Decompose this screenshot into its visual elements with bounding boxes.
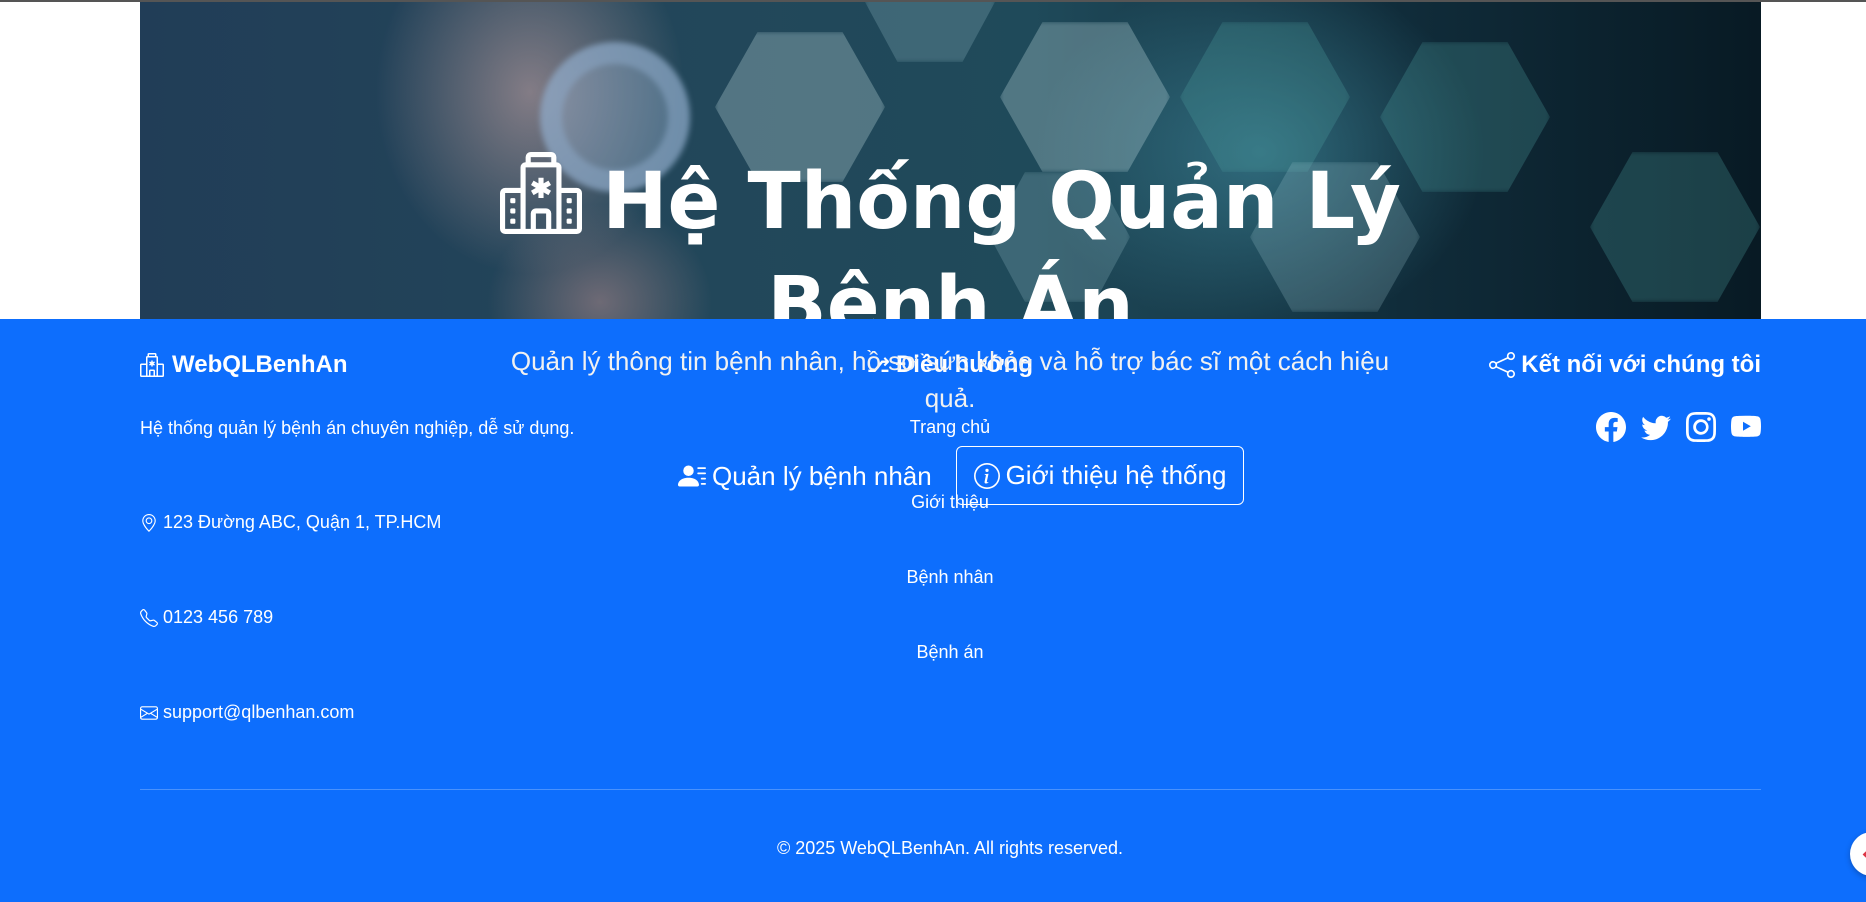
hero-title-line2: Bệnh Án xyxy=(767,261,1134,320)
phone-icon xyxy=(140,608,158,627)
hero-title: Hệ Thống Quản Lý Bệnh Án xyxy=(140,152,1761,320)
footer-divider xyxy=(140,789,1761,790)
hospital-icon xyxy=(500,152,583,257)
person-lines-icon xyxy=(678,465,706,487)
footer-address: 123 Đường ABC, Quận 1, TP.HCM xyxy=(140,512,441,533)
geo-pin-icon xyxy=(142,513,156,532)
hero-subtitle: Quản lý thông tin bệnh nhân, hồ sơ sức k… xyxy=(510,346,1390,413)
footer-email[interactable]: support@qlbenhan.com xyxy=(140,702,354,723)
system-intro-button[interactable]: Giới thiệu hệ thống xyxy=(956,446,1244,505)
info-circle-icon xyxy=(973,462,1000,489)
copyright: © 2025 WebQLBenhAn. All rights reserved. xyxy=(776,838,1124,858)
hero-banner: Hệ Thống Quản Lý Bệnh Án xyxy=(140,2,1761,320)
footer-phone: 0123 456 789 xyxy=(140,607,273,628)
envelope-icon xyxy=(140,705,158,720)
footer-nav-patients[interactable]: Bệnh nhân xyxy=(0,567,1866,588)
footer-nav-home[interactable]: Trang chủ xyxy=(0,417,1866,438)
manage-patients-button[interactable]: Quản lý bệnh nhân xyxy=(668,447,942,505)
footer-nav-records[interactable]: Bệnh án xyxy=(0,642,1866,663)
hero-title-line1: Hệ Thống Quản Lý xyxy=(602,157,1401,247)
